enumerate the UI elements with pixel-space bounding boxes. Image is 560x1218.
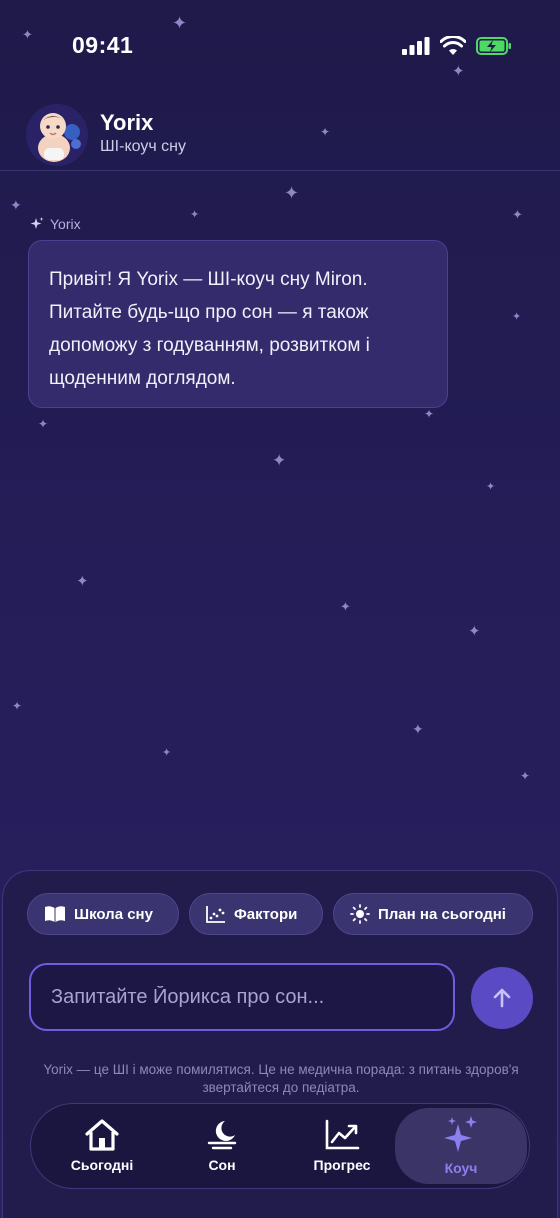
baby-avatar-icon xyxy=(26,104,88,166)
coach-name: Yorix xyxy=(100,110,154,135)
message-sender: Yorix xyxy=(30,216,81,232)
arrow-up-icon xyxy=(493,988,511,1008)
tab-sleep[interactable]: Сон xyxy=(167,1108,277,1184)
tab-bar: Сьогодні Сон Прогрес Коуч xyxy=(30,1103,530,1189)
status-time: 09:41 xyxy=(72,32,134,58)
wifi-icon xyxy=(440,36,466,55)
chat-input[interactable] xyxy=(31,965,453,1029)
quick-action-label: Фактори xyxy=(234,905,298,923)
quick-action-label: План на сьогодні xyxy=(378,905,506,923)
quick-action-sleep-school[interactable]: Школа сну xyxy=(27,893,179,935)
sparkles-icon xyxy=(30,217,44,229)
moon-icon xyxy=(207,1121,237,1150)
ai-disclaimer: Yorix — це ШІ і може помилятися. Це не м… xyxy=(43,1062,519,1095)
coach-subtitle: ШІ-коуч сну xyxy=(100,138,186,155)
status-bar: 09:41 xyxy=(0,0,560,90)
sparkles-icon xyxy=(444,1116,477,1152)
book-icon xyxy=(45,906,65,922)
chart-icon xyxy=(325,1119,360,1150)
battery-charging-icon xyxy=(476,36,511,55)
tab-label: Сьогодні xyxy=(70,1157,134,1173)
tab-today[interactable]: Сьогодні xyxy=(47,1108,157,1184)
sun-icon xyxy=(350,904,370,924)
quick-action-label: Школа сну xyxy=(74,905,153,923)
cellular-signal-icon xyxy=(402,36,430,55)
assistant-message-bubble: Привіт! Я Yorix — ШІ-коуч сну Miron. Пит… xyxy=(28,240,448,408)
chat-input-container xyxy=(29,963,455,1031)
tab-progress[interactable]: Прогрес xyxy=(287,1108,397,1184)
tab-coach[interactable]: Коуч xyxy=(395,1108,527,1184)
sender-name: Yorix xyxy=(50,216,81,232)
quick-action-factors[interactable]: Фактори xyxy=(189,893,323,935)
tab-label: Сон xyxy=(208,1157,236,1173)
tab-label: Коуч xyxy=(444,1160,478,1176)
status-icons xyxy=(402,36,512,55)
scatter-chart-icon xyxy=(206,906,225,923)
home-icon xyxy=(85,1119,119,1151)
quick-action-today-plan[interactable]: План на сьогодні xyxy=(333,893,533,935)
send-button[interactable] xyxy=(471,967,533,1029)
coach-header: Yorix ШІ-коуч сну xyxy=(0,96,560,171)
tab-label: Прогрес xyxy=(313,1157,371,1173)
